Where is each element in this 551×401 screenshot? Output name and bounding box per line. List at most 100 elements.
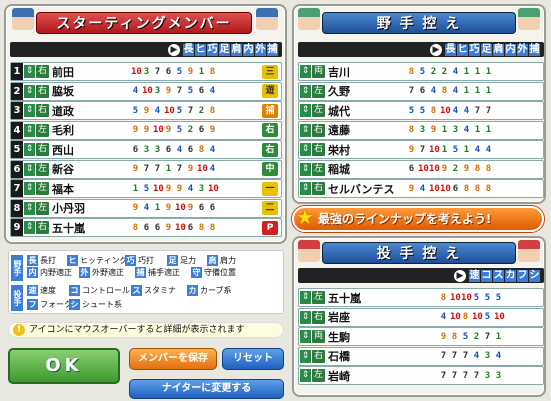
- stat-value: 4: [440, 312, 447, 322]
- stat-header-cell: 外: [255, 43, 266, 56]
- drag-handle-icon[interactable]: ⇕: [300, 291, 311, 304]
- stat-header-cell: 肩: [493, 43, 504, 56]
- starting-row[interactable]: 6 ⇕ 左新谷 9 7 7 1 7 9 10 4 中: [10, 159, 282, 179]
- bench-row[interactable]: ⇕ 左城代 5 5 8 10 4 4 7 7: [298, 101, 544, 120]
- reset-button[interactable]: リセット: [222, 348, 284, 370]
- drag-handle-icon[interactable]: ⇕: [300, 84, 311, 98]
- legend-icon: コ: [69, 285, 80, 296]
- stat-value: 3: [143, 66, 150, 77]
- stat-value: 5: [408, 105, 415, 116]
- stat-value: 10: [440, 105, 451, 116]
- stat-value: 9: [408, 183, 415, 194]
- bench-row[interactable]: ⇕ 左稲城 6 10 10 9 2 9 8 8: [298, 159, 544, 179]
- pitcher-row[interactable]: ⇕ 左五十嵐 8 10 10 5 5 5: [298, 288, 544, 307]
- starting-row[interactable]: 1 ⇕ 右前田 10 3 7 6 5 9 1 8 三: [10, 62, 282, 81]
- stat-value: 7: [440, 351, 447, 361]
- drag-handle-icon[interactable]: ⇕: [24, 143, 35, 156]
- drag-handle-icon[interactable]: ⇕: [300, 182, 311, 195]
- stat-value: 3: [154, 144, 161, 155]
- drag-handle-icon[interactable]: ⇕: [24, 221, 35, 234]
- legend-label: スタミナ: [144, 286, 176, 295]
- position-badge[interactable]: 三: [262, 64, 278, 79]
- stat-value: 9: [441, 164, 448, 174]
- drag-handle-icon[interactable]: ⇕: [300, 310, 311, 324]
- starting-row[interactable]: 4 ⇕ 左毛利 9 9 10 9 5 2 6 9 右: [10, 120, 282, 140]
- stat-values: 63364684: [131, 145, 217, 155]
- bench-row[interactable]: ⇕ 両吉川 8 5 2 2 4 1 1 1: [298, 62, 544, 81]
- position-badge[interactable]: 右: [262, 123, 278, 137]
- night-game-button[interactable]: ナイターに変更する: [129, 379, 284, 399]
- drag-handle-icon[interactable]: ⇕: [300, 349, 311, 363]
- legend-item: 速速度: [27, 285, 56, 296]
- drag-handle-icon[interactable]: ⇕: [300, 143, 311, 156]
- position-badge[interactable]: 一: [262, 181, 278, 196]
- legend-icon: 外: [79, 267, 90, 278]
- position-badge[interactable]: 捕: [262, 103, 278, 118]
- position-badge[interactable]: 右: [262, 142, 278, 157]
- bench-row[interactable]: ⇕ 右遠藤 8 3 9 1 3 4 1 1: [298, 120, 544, 140]
- legend-item: 巧巧打: [125, 255, 154, 266]
- position-badge[interactable]: P: [262, 220, 278, 235]
- ok-button[interactable]: OK: [8, 348, 120, 384]
- batting-order: 5: [11, 141, 23, 158]
- stat-value: 5: [176, 125, 183, 135]
- stat-value: 7: [451, 351, 458, 361]
- handedness: 左: [36, 201, 49, 215]
- position-badge[interactable]: 中: [262, 162, 278, 176]
- arrow-icon: ▶: [168, 43, 180, 56]
- stat-values: 4 10 3 9 7 5 6 4: [131, 86, 217, 96]
- legend-icon: シ: [69, 299, 80, 310]
- drag-handle-icon[interactable]: ⇕: [300, 369, 311, 382]
- stat-value: 7: [485, 105, 492, 116]
- position-badge[interactable]: 二: [262, 201, 278, 215]
- pitcher-row[interactable]: ⇕ 両生駒 9 8 5 2 7 1: [298, 327, 544, 346]
- starting-row[interactable]: 5 ⇕ 右西山 6 3 3 6 4 6 8 4 右: [10, 140, 282, 159]
- starting-row[interactable]: 3 ⇕ 右道政 5 9 4 10 5 7 2 8 捕: [10, 101, 282, 120]
- stat-header-cell: 足: [219, 43, 230, 56]
- handedness: 両: [312, 330, 325, 343]
- drag-handle-icon[interactable]: ⇕: [24, 201, 35, 215]
- bench-row[interactable]: ⇕ 右セルバンテス 9 4 10 10 6 8 8 8: [298, 179, 544, 198]
- stat-value: 6: [198, 86, 205, 96]
- bench-row[interactable]: ⇕ 左久野 7 6 4 8 4 1 1 1: [298, 81, 544, 101]
- stat-values: 5 5 8 10 4 4 7 7: [407, 106, 493, 116]
- stat-value: 4: [143, 203, 150, 213]
- handedness: 左: [312, 104, 325, 117]
- pitcher-row[interactable]: ⇕ 右岩座 4 10 8 10 5 10: [298, 307, 544, 327]
- legend-item: 肩肩力: [207, 255, 236, 266]
- position-badge[interactable]: 遊: [262, 84, 278, 98]
- stat-value: 6: [165, 144, 172, 155]
- pitcher-row[interactable]: ⇕ 左岩崎 7 7 7 7 3 3: [298, 366, 544, 385]
- drag-handle-icon[interactable]: ⇕: [300, 65, 311, 78]
- legend-icon: フ: [27, 299, 38, 310]
- drag-handle-icon[interactable]: ⇕: [24, 65, 35, 78]
- starting-row[interactable]: 7 ⇕ 左福本 1 5 10 9 9 4 3 10 一: [10, 179, 282, 198]
- drag-handle-icon[interactable]: ⇕: [24, 182, 35, 195]
- drag-handle-icon[interactable]: ⇕: [24, 123, 35, 137]
- stat-value: 1: [441, 144, 448, 155]
- legend-label: 捕手適正: [148, 268, 180, 277]
- drag-handle-icon[interactable]: ⇕: [24, 162, 35, 176]
- stat-value: 10: [153, 125, 164, 135]
- drag-handle-icon[interactable]: ⇕: [300, 162, 311, 176]
- starting-row[interactable]: 8 ⇕ 左小丹羽 9 4 1 9 10 9 6 6 二: [10, 198, 282, 218]
- stat-value: 9: [408, 144, 415, 155]
- stat-header-cell: 巧: [469, 43, 480, 56]
- starting-row[interactable]: 9 ⇕ 右五十嵐 8 6 6 9 10 6 8 8 P: [10, 218, 282, 237]
- legend-item: 外外野適正: [79, 267, 124, 278]
- legend-icon: 巧: [125, 255, 136, 266]
- stat-value: 9: [165, 183, 172, 194]
- bench-row[interactable]: ⇕ 右栄村 9 7 10 1 5 1 4 4: [298, 140, 544, 159]
- drag-handle-icon[interactable]: ⇕: [300, 330, 311, 343]
- stat-value: 4: [209, 144, 216, 155]
- stat-value: 9: [440, 331, 447, 342]
- stat-value: 8: [462, 312, 469, 322]
- save-members-button[interactable]: メンバーを保存: [129, 348, 217, 370]
- drag-handle-icon[interactable]: ⇕: [300, 104, 311, 117]
- legend-label: 内野適正: [40, 268, 72, 277]
- pitcher-row[interactable]: ⇕ 右石橋 7 7 7 4 3 4: [298, 346, 544, 366]
- drag-handle-icon[interactable]: ⇕: [300, 123, 311, 137]
- drag-handle-icon[interactable]: ⇕: [24, 104, 35, 117]
- drag-handle-icon[interactable]: ⇕: [24, 84, 35, 98]
- starting-row[interactable]: 2 ⇕ 右脇坂 4 10 3 9 7 5 6 4 遊: [10, 81, 282, 101]
